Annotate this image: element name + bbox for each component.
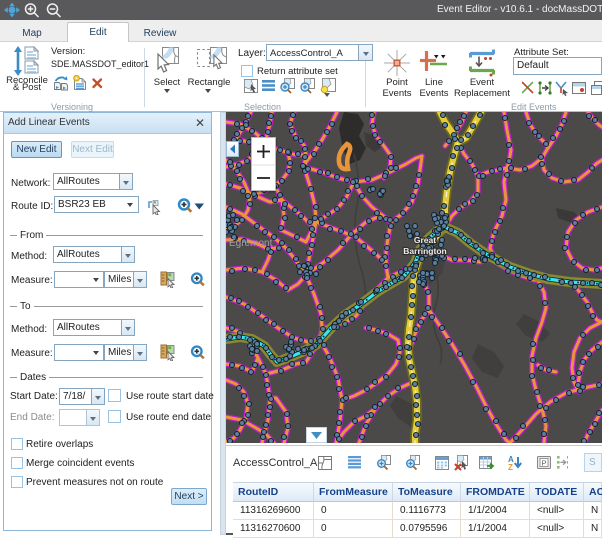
svg-text:Great: Great <box>414 235 436 245</box>
svg-text:Barrington: Barrington <box>403 246 446 256</box>
svg-text:Z: Z <box>508 463 513 471</box>
svg-text:P: P <box>542 459 547 468</box>
svg-text:Egremont: Egremont <box>229 238 273 249</box>
